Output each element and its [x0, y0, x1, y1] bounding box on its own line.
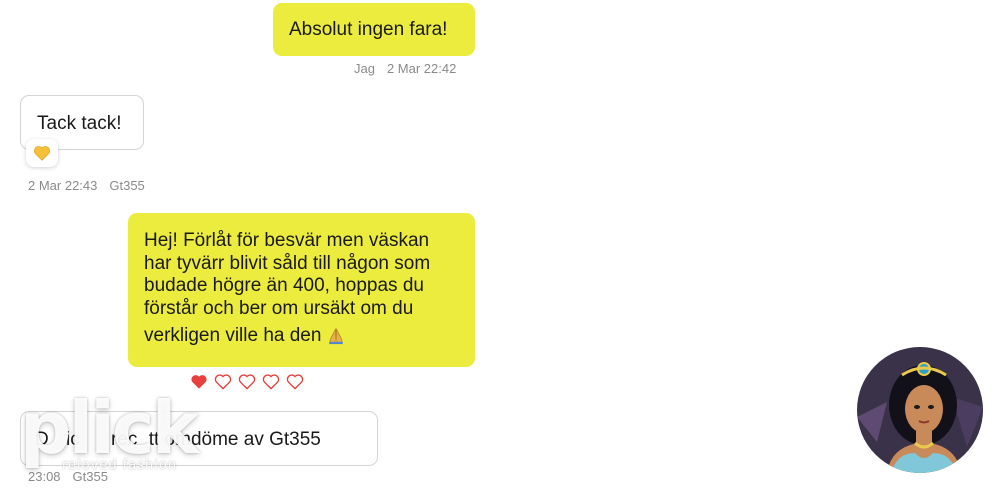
- message-time: 2 Mar 22:43: [28, 178, 98, 193]
- message-line: verkligen ville ha den: [144, 325, 322, 346]
- avatar[interactable]: [857, 347, 983, 473]
- avatar-image: [857, 347, 983, 473]
- message-time: 23:08: [28, 469, 61, 484]
- plick-tagline: reloved fashion: [62, 458, 178, 473]
- heart-outline-icon: [238, 374, 256, 390]
- heart-outline-icon: [214, 374, 232, 390]
- message-sender: Jag: [354, 61, 375, 76]
- heart-outline-icon: [286, 374, 304, 390]
- message-bubble-own[interactable]: Hej! Förlåt för besvär men väskan har ty…: [128, 213, 475, 367]
- heart-outline-icon: [262, 374, 280, 390]
- message-sender: Gt355: [109, 178, 145, 193]
- folded-hands-icon: [329, 328, 344, 345]
- message-reaction[interactable]: [26, 139, 58, 167]
- message-time: 2 Mar 22:42: [386, 61, 457, 76]
- message-meta: Jag 2 Mar 22:42: [354, 61, 456, 76]
- plick-logo: plick: [20, 386, 199, 470]
- message-text: Absolut ingen fara!: [289, 19, 448, 40]
- message-text: Tack tack!: [37, 113, 122, 134]
- message-meta: 2 Mar 22:43 Gt355: [28, 178, 145, 193]
- message-bubble-own[interactable]: Absolut ingen fara!: [273, 3, 475, 56]
- message-line: förstår och ber om ursäkt om du: [144, 297, 414, 319]
- rating-hearts: [190, 373, 304, 390]
- message-line: budade högre än 400, hoppas du: [144, 275, 424, 296]
- message-line: har tyvärr blivit såld till någon som: [144, 252, 431, 274]
- message-line: Hej! Förlåt för besvär men väskan: [144, 230, 430, 251]
- yellow-heart-icon: [33, 146, 51, 161]
